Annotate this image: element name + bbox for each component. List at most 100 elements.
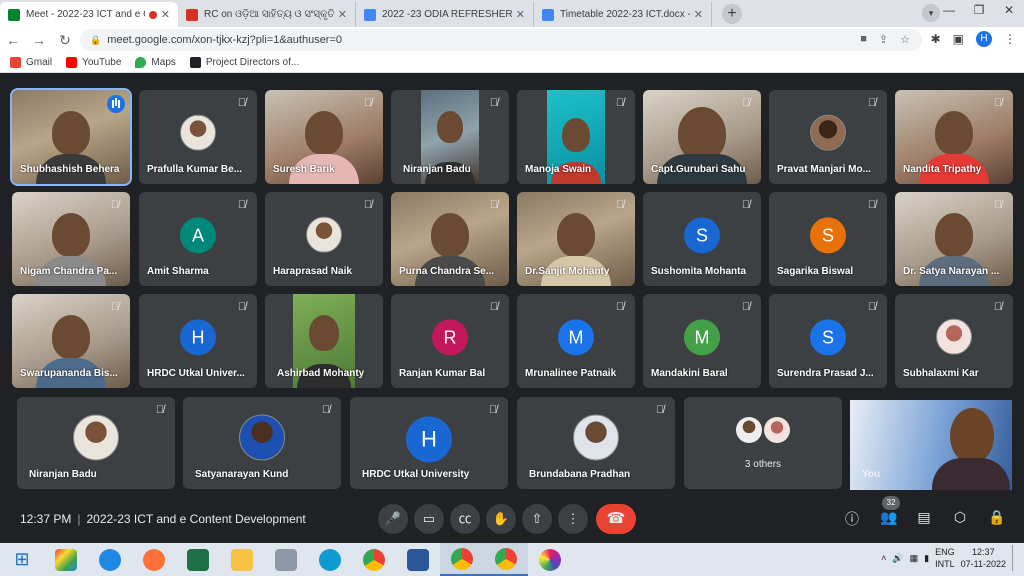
volume-icon[interactable]: 🔊 <box>892 553 903 564</box>
participant-tile[interactable]: 🎙̸ Nigam Chandra Pa... <box>12 192 130 286</box>
participant-tile[interactable]: 🎙̸ Haraprasad Naik <box>265 192 383 286</box>
taskbar-app[interactable] <box>44 543 88 576</box>
taskbar-app[interactable] <box>176 543 220 576</box>
power-icon[interactable]: ▮ <box>924 553 929 564</box>
bookmark-youtube[interactable]: YouTube <box>66 57 121 68</box>
taskbar-app[interactable] <box>396 543 440 576</box>
self-view-tile[interactable]: You <box>850 400 1012 490</box>
close-window-icon[interactable]: ✕ <box>994 0 1024 22</box>
share-icon[interactable]: ⇪ <box>879 33 888 46</box>
participant-tile[interactable]: S 🎙̸ Surendra Prasad J... <box>769 294 887 388</box>
menu-icon[interactable]: ⋮ <box>1004 32 1016 46</box>
participant-tile[interactable]: S 🎙̸ Sushomita Mohanta <box>643 192 761 286</box>
taskbar-app[interactable] <box>132 543 176 576</box>
microphone-button[interactable]: 🎤 <box>378 504 408 534</box>
participant-tile[interactable]: 🎙̸ Niranjan Badu <box>391 90 509 184</box>
close-icon[interactable]: ✕ <box>694 8 703 21</box>
taskbar-app[interactable] <box>352 543 396 576</box>
taskbar-app-active[interactable] <box>440 543 484 576</box>
participant-tile[interactable]: 🎙̸ Pravat Manjari Mo... <box>769 90 887 184</box>
people-button[interactable]: 32 👥 <box>880 496 900 529</box>
bookmark-project-directors[interactable]: Project Directors of... <box>189 57 300 68</box>
taskbar-app[interactable] <box>220 543 264 576</box>
taskbar-app[interactable] <box>308 543 352 576</box>
participant-tile[interactable]: 🎙̸ Subhalaxmi Kar <box>895 294 1013 388</box>
extensions-icon[interactable]: ✱ <box>931 32 941 46</box>
participant-tile[interactable]: 🎙̸ Dr. Satya Narayan ... <box>895 192 1013 286</box>
participant-tile[interactable]: A 🎙̸ Amit Sharma <box>139 192 257 286</box>
others-tile[interactable]: 3 others <box>684 397 842 489</box>
address-bar[interactable]: 🔒 meet.google.com/xon-tjkx-kzj?pli=1&aut… <box>80 29 922 51</box>
mic-off-icon: 🎙̸ <box>741 301 751 313</box>
tray-overflow-icon[interactable]: ˄ <box>881 553 886 563</box>
participant-tile[interactable]: R 🎙̸ Ranjan Kumar Bal <box>391 294 509 388</box>
close-icon[interactable]: ✕ <box>338 8 347 21</box>
network-icon[interactable]: ▦ <box>910 553 919 564</box>
participant-tile[interactable]: 🎙̸ Satyanarayan Kund <box>183 397 341 489</box>
meet-icon <box>8 8 20 21</box>
close-icon[interactable]: ✕ <box>161 8 170 21</box>
forward-icon[interactable]: → <box>26 32 52 48</box>
leave-call-button[interactable]: ☎ <box>596 504 636 534</box>
notifications-icon[interactable] <box>1012 545 1018 571</box>
speaking-indicator-icon <box>107 95 125 113</box>
participant-tile[interactable]: 🎙̸ Manoja Swain <box>517 90 635 184</box>
more-options-button[interactable]: ⋮ <box>558 504 588 534</box>
language-code: ENG <box>935 547 955 557</box>
tab-rc-schedule[interactable]: RC on ଓଡ଼ିଆ ସାହିତ୍ୟ ଓ ସଂସ୍କୃତି: Sche ✕ <box>178 2 356 27</box>
profile-avatar[interactable]: H <box>976 31 992 47</box>
meet-control-bar: 12:37 PM | 2022-23 ICT and e Content Devel… <box>0 496 1024 543</box>
paint-app-icon <box>55 548 77 571</box>
participant-initial-avatar: H <box>180 319 216 356</box>
taskbar-app[interactable] <box>528 543 572 576</box>
restore-icon[interactable]: ❐ <box>964 0 994 22</box>
system-clock[interactable]: 12:37 07-11-2022 <box>961 546 1006 570</box>
participant-tile[interactable]: M 🎙̸ Mrunalinee Patnaik <box>517 294 635 388</box>
participant-tile[interactable]: 🎙̸ Dr.Sanjit Mohanty <box>517 192 635 286</box>
activities-icon[interactable]: ⬡ <box>952 509 968 529</box>
tab-timetable[interactable]: Timetable 2022-23 ICT.docx - Go ✕ <box>534 2 712 27</box>
camera-button[interactable]: ▭ <box>414 504 444 534</box>
lock-icon[interactable]: 🔒 <box>90 35 101 46</box>
bookmark-maps[interactable]: Maps <box>135 57 176 68</box>
participant-tile[interactable]: 🎙̸ Prafulla Kumar Be... <box>139 90 257 184</box>
tab-odia-refresher[interactable]: 2022 -23 ODIA REFRESHER COUI ✕ <box>356 2 534 27</box>
present-button[interactable]: ⇧ <box>522 504 552 534</box>
bookmarks-bar: Gmail YouTube Maps Project Directors of.… <box>0 53 1024 73</box>
raise-hand-button[interactable]: ✋ <box>486 504 516 534</box>
taskbar-app-active[interactable] <box>484 543 528 576</box>
participant-tile[interactable]: H 🎙̸ HRDC Utkal Univer... <box>139 294 257 388</box>
participant-tile[interactable]: 🎙̸ Brundabana Pradhan <box>517 397 675 489</box>
participant-tile[interactable]: 🎙̸ Purna Chandra Se... <box>391 192 509 286</box>
language-indicator[interactable]: ENG INTL <box>935 546 955 570</box>
minimize-icon[interactable]: — <box>934 0 964 22</box>
taskbar-app[interactable] <box>264 543 308 576</box>
gmail-icon <box>10 57 21 68</box>
new-tab-button[interactable]: + <box>722 4 742 24</box>
participant-tile[interactable]: 🎙̸ Capt.Gurubari Sahu <box>643 90 761 184</box>
close-icon[interactable]: ✕ <box>516 8 525 21</box>
participant-tile[interactable]: 🎙̸ Suresh Barik <box>265 90 383 184</box>
participant-tile[interactable]: 🎙̸ Nandita Tripathy <box>895 90 1013 184</box>
captions-button[interactable]: ㏄ <box>450 504 480 534</box>
participant-tile[interactable]: 🎙̸ Swarupananda Bis... <box>12 294 130 388</box>
participant-tile[interactable]: Ashirbad Mohanty <box>265 294 383 388</box>
participant-tile[interactable]: 🎙̸ Niranjan Badu <box>17 397 175 489</box>
bookmark-label: Project Directors of... <box>205 57 300 68</box>
start-button[interactable]: ⊞ <box>0 543 44 576</box>
participant-tile[interactable]: S 🎙̸ Sagarika Biswal <box>769 192 887 286</box>
participant-tile[interactable]: H 🎙̸ HRDC Utkal University <box>350 397 508 489</box>
back-icon[interactable]: ← <box>0 32 26 48</box>
host-controls-icon[interactable]: 🔒 <box>988 509 1005 529</box>
bookmark-gmail[interactable]: Gmail <box>10 57 52 68</box>
participant-tile[interactable]: Shubhashish Behera <box>10 88 132 186</box>
reload-icon[interactable]: ↻ <box>52 32 78 49</box>
tab-meet[interactable]: Meet - 2022-23 ICT and e Co ✕ <box>0 2 178 27</box>
taskbar-app[interactable] <box>88 543 132 576</box>
participant-tile[interactable]: M 🎙̸ Mandakini Baral <box>643 294 761 388</box>
camera-icon[interactable]: ■ <box>860 33 867 46</box>
side-panel-icon[interactable]: ▣ <box>953 32 964 46</box>
chat-icon[interactable]: ▤ <box>916 509 932 529</box>
info-icon[interactable]: ⓘ <box>844 509 860 529</box>
bookmark-star-icon[interactable]: ☆ <box>900 33 910 46</box>
